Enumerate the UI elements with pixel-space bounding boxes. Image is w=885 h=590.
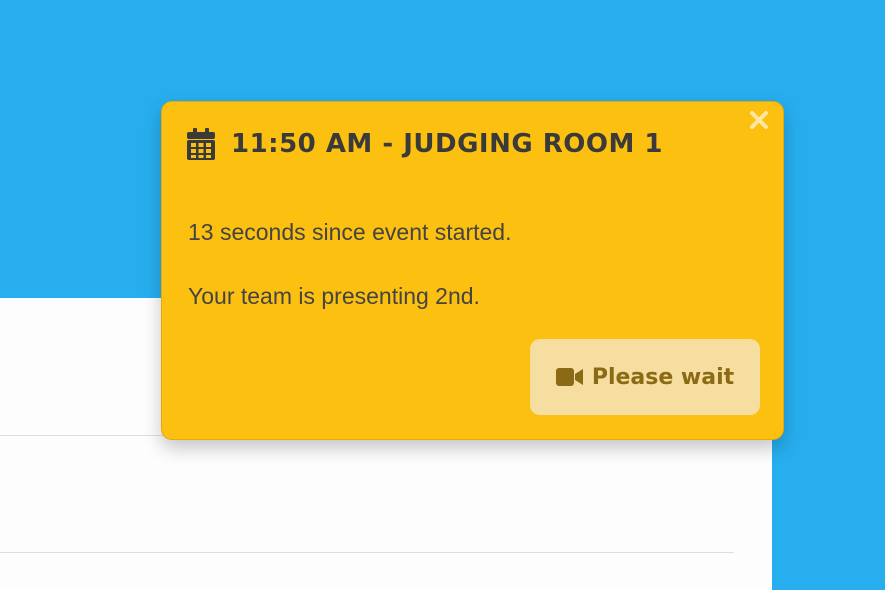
calendar-icon — [187, 128, 215, 160]
video-camera-icon — [555, 368, 583, 386]
please-wait-label: Please wait — [591, 364, 735, 390]
presentation-order-message: Your team is presenting 2nd. — [188, 283, 480, 309]
close-button[interactable] — [747, 108, 771, 132]
event-notification-toast: 11:50 AM - JUDGING ROOM 1 13 seconds sin… — [161, 101, 784, 440]
close-icon — [750, 111, 768, 129]
content-divider — [0, 552, 734, 553]
toast-header: 11:50 AM - JUDGING ROOM 1 — [187, 128, 663, 160]
toast-title: 11:50 AM - JUDGING ROOM 1 — [231, 129, 663, 159]
please-wait-button[interactable]: Please wait — [530, 339, 760, 415]
elapsed-time-message: 13 seconds since event started. — [188, 219, 512, 245]
